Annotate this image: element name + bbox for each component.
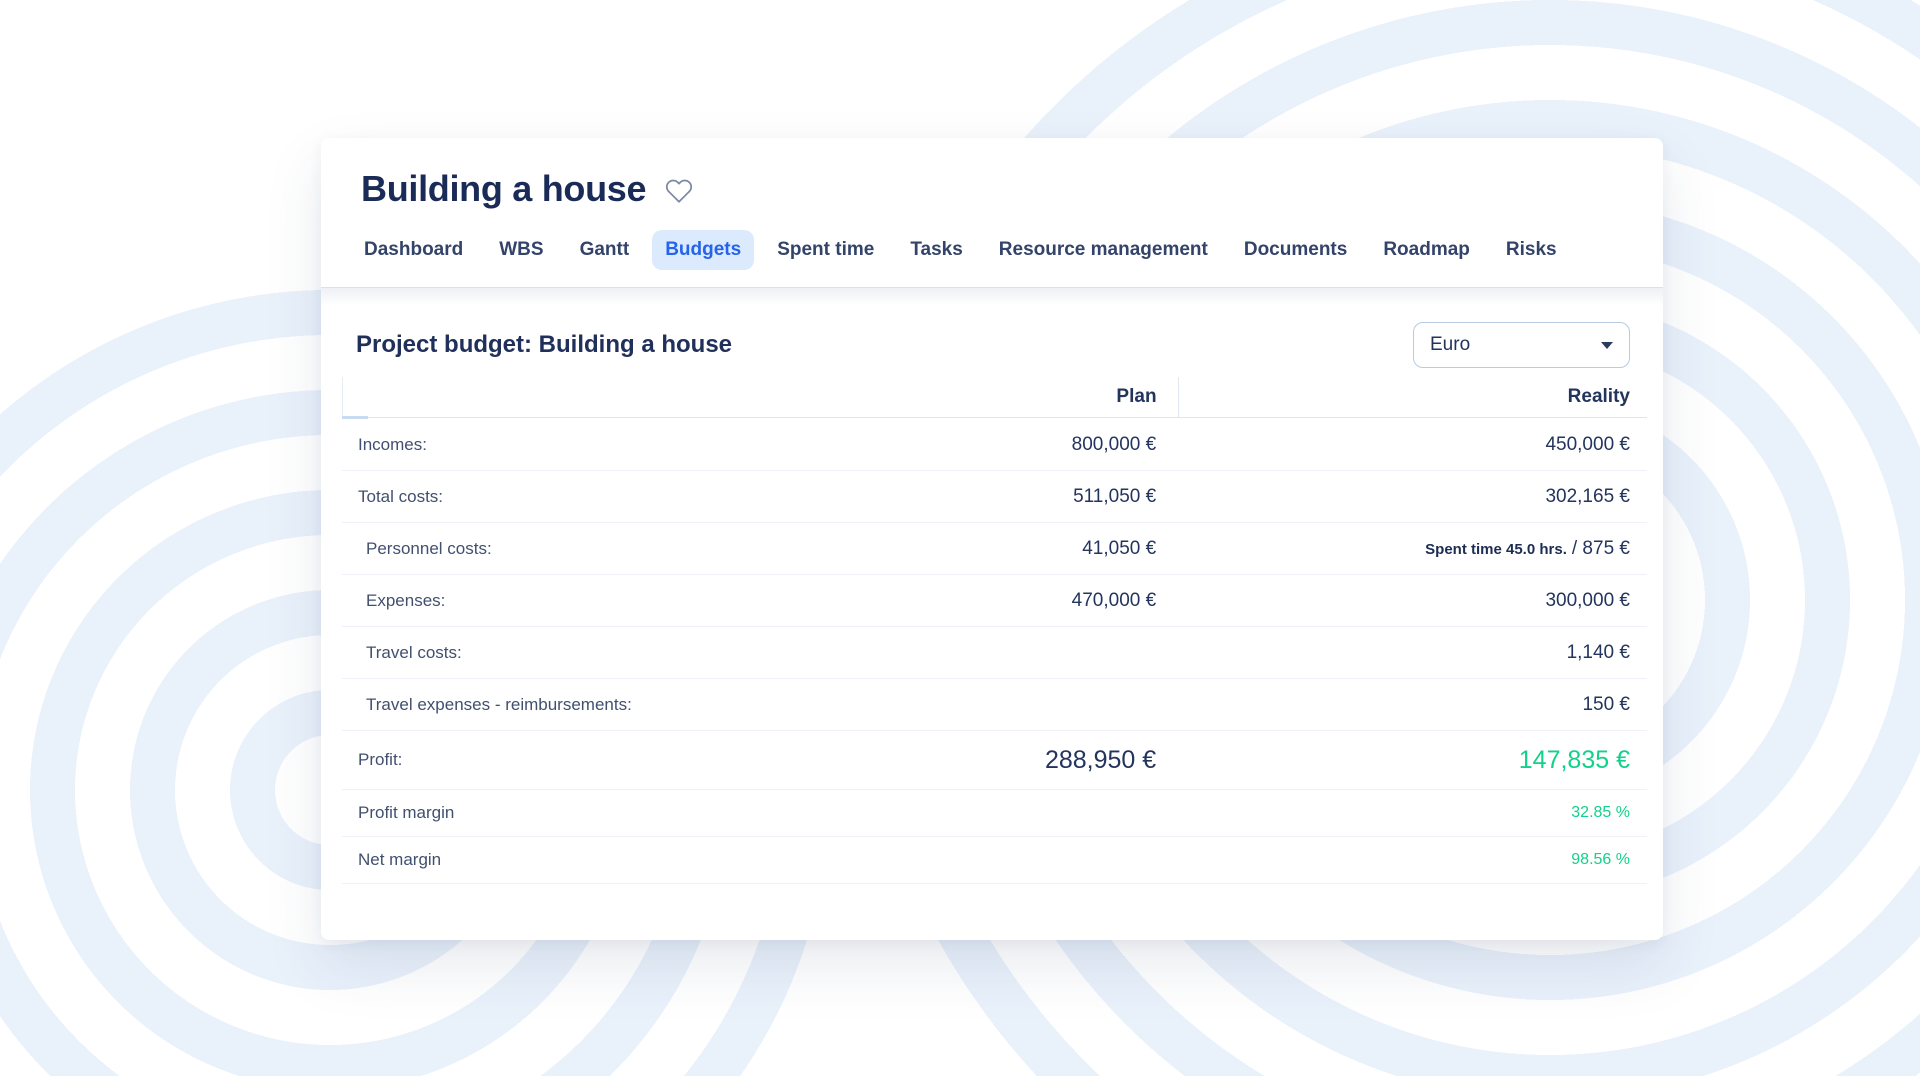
row-label: Incomes: xyxy=(342,435,812,455)
reality-value: 32.85 % xyxy=(1177,804,1647,822)
table-row-profit: Profit: 288,950 € 147,835 € xyxy=(342,731,1647,790)
table-row-travel-reimbursements: Travel expenses - reimbursements: 150 € xyxy=(342,679,1647,731)
row-label: Personnel costs: xyxy=(342,539,812,559)
table-row-incomes: Incomes: 800,000 € 450,000 € xyxy=(342,419,1647,471)
row-label: Expenses: xyxy=(342,591,812,611)
reality-value: Spent time 45.0 hrs. / 875 € xyxy=(1177,538,1647,560)
budget-table: Plan Reality Incomes: 800,000 € 450,000 … xyxy=(342,377,1647,884)
reality-value: 150 € xyxy=(1177,694,1647,716)
table-row-personnel-costs: Personnel costs: 41,050 € Spent time 45.… xyxy=(342,523,1647,575)
budget-section-header: Project budget: Building a house Euro xyxy=(356,322,1630,368)
tab-resource-management[interactable]: Resource management xyxy=(986,230,1221,270)
spent-time-note: Spent time 45.0 hrs. xyxy=(1425,541,1567,558)
plan-value: 470,000 € xyxy=(812,590,1177,612)
reality-value: 300,000 € xyxy=(1177,590,1647,612)
reality-value: 147,835 € xyxy=(1177,746,1647,775)
project-title: Building a house xyxy=(361,168,646,210)
tab-documents[interactable]: Documents xyxy=(1231,230,1360,270)
card-header: Building a house xyxy=(321,138,1663,210)
table-row-net-margin: Net margin 98.56 % xyxy=(342,837,1647,884)
currency-select[interactable]: Euro xyxy=(1413,322,1630,368)
reality-amount: / 875 € xyxy=(1572,538,1630,559)
table-row-expenses: Expenses: 470,000 € 300,000 € xyxy=(342,575,1647,627)
row-label: Total costs: xyxy=(342,487,812,507)
tab-bar: Dashboard WBS Gantt Budgets Spent time T… xyxy=(351,230,1663,270)
project-card: Building a house Dashboard WBS Gantt Bud… xyxy=(321,138,1663,940)
tab-roadmap[interactable]: Roadmap xyxy=(1370,230,1483,270)
chevron-down-icon xyxy=(1601,342,1613,349)
page-background: Building a house Dashboard WBS Gantt Bud… xyxy=(0,0,1920,1076)
favorite-heart-icon[interactable] xyxy=(664,177,694,205)
tab-dashboard[interactable]: Dashboard xyxy=(351,230,476,270)
tab-risks[interactable]: Risks xyxy=(1493,230,1570,270)
row-label: Profit margin xyxy=(342,803,812,823)
currency-selected-value: Euro xyxy=(1430,334,1470,356)
plan-value: 511,050 € xyxy=(812,486,1177,508)
table-row-profit-margin: Profit margin 32.85 % xyxy=(342,790,1647,837)
tab-spent-time[interactable]: Spent time xyxy=(764,230,887,270)
budget-heading: Project budget: Building a house xyxy=(356,331,732,359)
tab-gantt[interactable]: Gantt xyxy=(567,230,643,270)
table-row-total-costs: Total costs: 511,050 € 302,165 € xyxy=(342,471,1647,523)
plan-value: 800,000 € xyxy=(812,434,1177,456)
tabbar-shadow xyxy=(321,288,1663,306)
row-label: Travel expenses - reimbursements: xyxy=(342,695,812,715)
tab-wbs[interactable]: WBS xyxy=(486,230,556,270)
tab-tasks[interactable]: Tasks xyxy=(897,230,975,270)
plan-value: 288,950 € xyxy=(812,746,1177,775)
reality-value: 1,140 € xyxy=(1177,642,1647,664)
row-label: Net margin xyxy=(342,850,812,870)
reality-value: 98.56 % xyxy=(1177,851,1647,869)
column-header-plan: Plan xyxy=(812,386,1177,408)
column-header-reality: Reality xyxy=(1178,377,1647,417)
row-label: Profit: xyxy=(342,750,812,770)
row-label: Travel costs: xyxy=(342,643,812,663)
reality-value: 302,165 € xyxy=(1177,486,1647,508)
table-row-travel-costs: Travel costs: 1,140 € xyxy=(342,627,1647,679)
table-header-row: Plan Reality xyxy=(342,377,1647,418)
reality-value: 450,000 € xyxy=(1177,434,1647,456)
plan-value: 41,050 € xyxy=(812,538,1177,560)
tab-budgets[interactable]: Budgets xyxy=(652,230,754,270)
